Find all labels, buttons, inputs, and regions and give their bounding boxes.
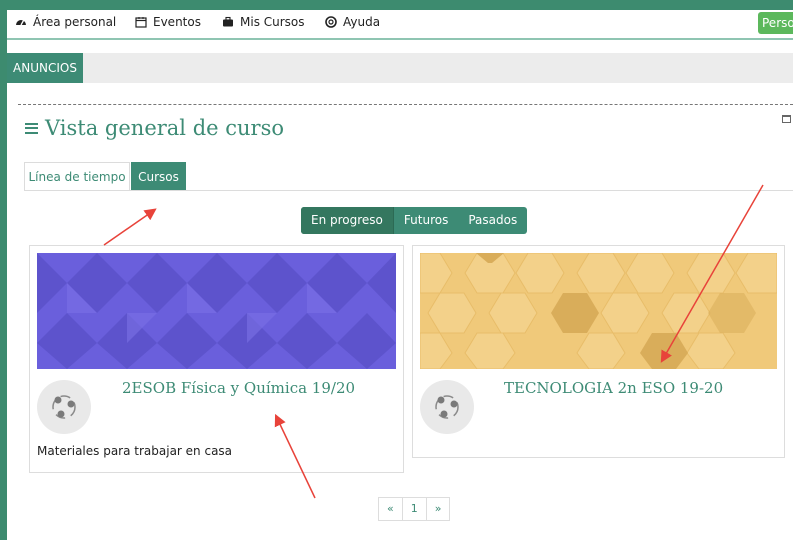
personal-button[interactable]: Person [758, 12, 793, 34]
annotation-arrow [103, 208, 157, 246]
section-title: Vista general de curso [25, 116, 284, 140]
calendar-icon [135, 17, 147, 28]
nav-ayuda[interactable]: Ayuda [325, 15, 380, 29]
nav-mis-cursos[interactable]: Mis Cursos [222, 15, 305, 29]
filter-in-progress[interactable]: En progreso [301, 207, 394, 234]
course-title-link[interactable]: TECNOLOGIA 2n ESO 19-20 [504, 379, 723, 397]
tab-courses[interactable]: Cursos [131, 162, 186, 190]
course-title-link[interactable]: 2ESOB Física y Química 19/20 [122, 379, 355, 397]
pagination-next[interactable]: » [425, 497, 451, 521]
course-category-icon [37, 380, 91, 434]
filter-past[interactable]: Pasados [458, 207, 527, 234]
nav-label: Área personal [33, 15, 117, 29]
nav-area-personal[interactable]: Área personal [15, 15, 116, 29]
top-strip [7, 0, 793, 10]
filter-future[interactable]: Futuros [394, 207, 458, 234]
course-card[interactable]: TECNOLOGIA 2n ESO 19-20 [412, 245, 785, 458]
spacer [7, 40, 793, 53]
pagination-prev[interactable]: « [378, 497, 403, 521]
course-banner[interactable] [420, 253, 777, 369]
course-card[interactable]: 2ESOB Física y Química 19/20 Materiales … [29, 245, 404, 473]
course-category-icon [420, 380, 474, 434]
nav-label: Ayuda [343, 15, 381, 29]
dashed-divider [18, 104, 793, 105]
tab-timeline[interactable]: Línea de tiempo [24, 162, 130, 190]
course-filter-group: En progreso Futuros Pasados [301, 207, 528, 234]
pagination: « 1 » [378, 497, 451, 521]
lifebuoy-icon [325, 16, 337, 28]
nav-label: Mis Cursos [240, 15, 305, 29]
section-title-text: Vista general de curso [45, 116, 284, 140]
nav-eventos[interactable]: Eventos [135, 15, 201, 29]
nav-label: Eventos [153, 15, 201, 29]
minimize-icon[interactable] [782, 115, 791, 123]
announcements-bar: ANUNCIOS [7, 53, 793, 83]
pagination-page[interactable]: 1 [401, 497, 427, 521]
dashboard-icon [16, 20, 26, 26]
page-frame: Área personal Eventos Mis Cursos Ayuda P… [7, 0, 793, 540]
announcements-tab[interactable]: ANUNCIOS [7, 53, 83, 83]
briefcase-icon [223, 16, 233, 27]
course-summary: Materiales para trabajar en casa [37, 444, 233, 458]
top-navbar: Área personal Eventos Mis Cursos Ayuda P… [7, 10, 793, 40]
course-banner[interactable] [37, 253, 396, 369]
menu-icon[interactable] [25, 122, 38, 134]
